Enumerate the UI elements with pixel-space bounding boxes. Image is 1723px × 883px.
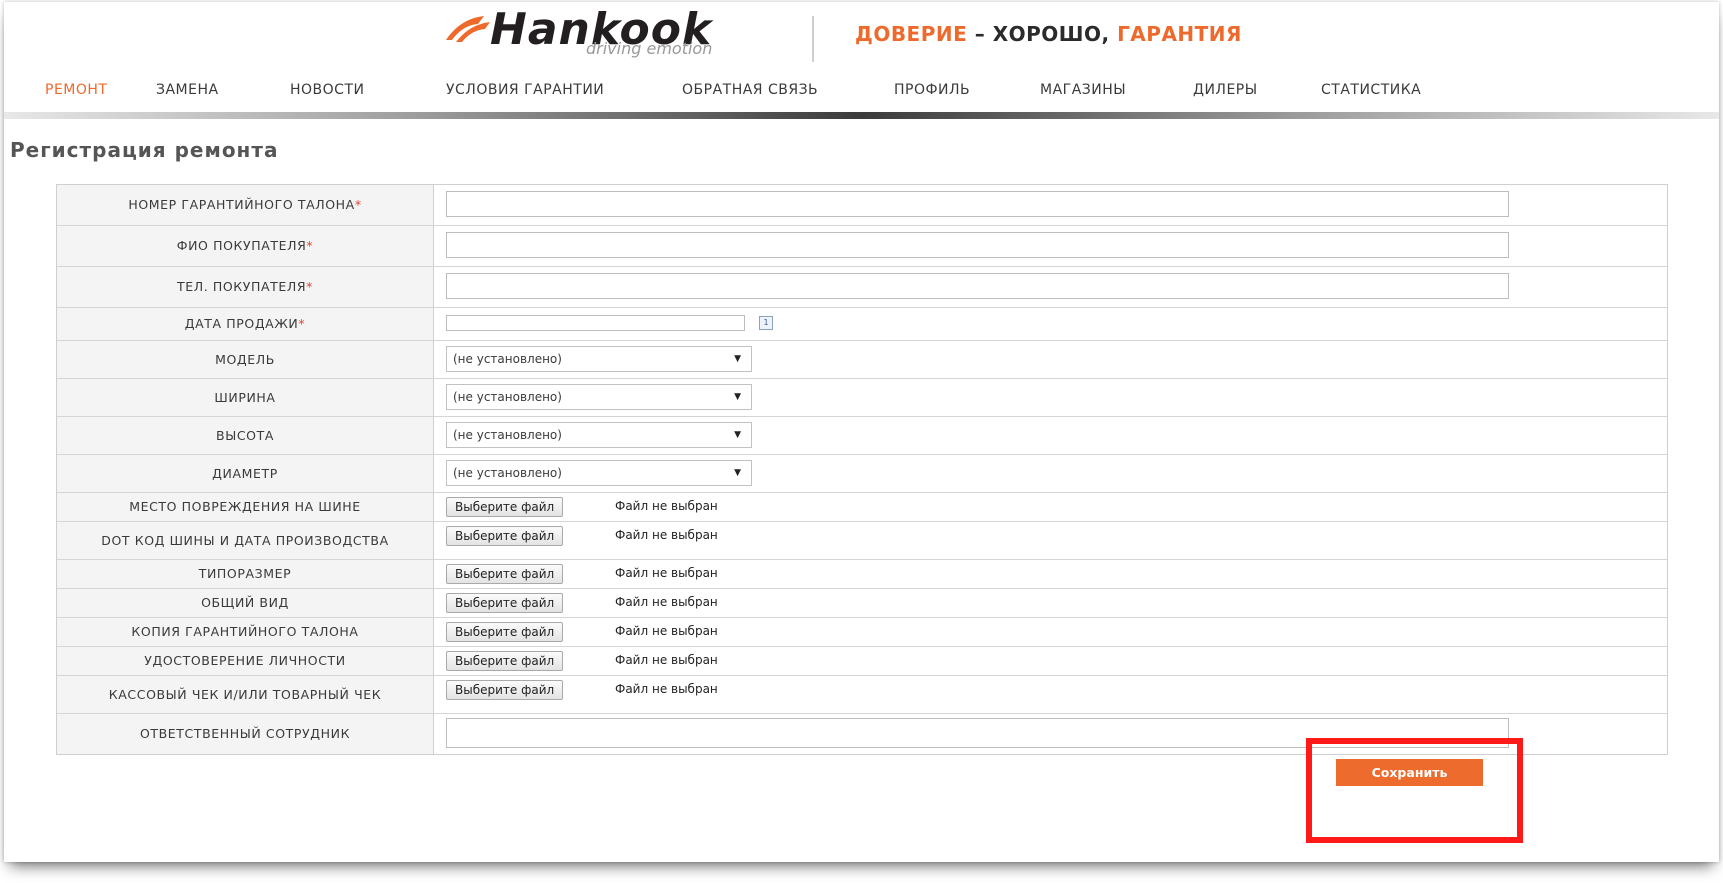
- select-value: (не установлено): [453, 390, 562, 404]
- calendar-icon[interactable]: 1: [759, 316, 773, 330]
- field-label: КОПИЯ ГАРАНТИЙНОГО ТАЛОНА: [57, 618, 434, 646]
- field-label: DOT КОД ШИНЫ И ДАТА ПРОИЗВОДСТВА: [57, 522, 434, 559]
- width-select[interactable]: (не установлено) ▼: [446, 384, 752, 410]
- file-status: Файл не выбран: [615, 653, 718, 667]
- field-label: ТИПОРАЗМЕР: [57, 560, 434, 588]
- field-label: ОТВЕТСТВЕННЫЙ СОТРУДНИК: [57, 714, 434, 754]
- nav-item-stores[interactable]: МАГАЗИНЫ: [1040, 82, 1126, 98]
- chevron-down-icon: ▼: [734, 354, 741, 364]
- form-row-general-view: ОБЩИЙ ВИД Выберите файл Файл не выбран: [57, 589, 1667, 618]
- form-row-buyer-phone: ТЕЛ. ПОКУПАТЕЛЯ*: [57, 267, 1667, 308]
- chevron-down-icon: ▼: [734, 468, 741, 478]
- field-label: ФИО ПОКУПАТЕЛЯ*: [57, 226, 434, 266]
- form-row-receipt: КАССОВЫЙ ЧЕК И/ИЛИ ТОВАРНЫЙ ЧЕК Выберите…: [57, 676, 1667, 714]
- header-divider: [812, 16, 814, 62]
- nav-item-statistics[interactable]: СТАТИСТИКА: [1321, 82, 1421, 98]
- field-label: ДИАМЕТР: [57, 455, 434, 492]
- logo-tagline: driving emotion: [586, 39, 713, 58]
- file-status: Файл не выбран: [615, 682, 718, 696]
- choose-file-button[interactable]: Выберите файл: [446, 680, 564, 700]
- file-status: Файл не выбран: [615, 624, 718, 638]
- nav-item-replacement[interactable]: ЗАМЕНА: [156, 82, 219, 98]
- form-row-tire-size: ТИПОРАЗМЕР Выберите файл Файл не выбран: [57, 560, 1667, 589]
- select-value: (не установлено): [453, 352, 562, 366]
- chevron-down-icon: ▼: [734, 430, 741, 440]
- choose-file-button[interactable]: Выберите файл: [446, 622, 564, 642]
- field-label: МОДЕЛЬ: [57, 341, 434, 378]
- nav-underline-bar: [4, 112, 1719, 119]
- buyer-phone-input[interactable]: [446, 273, 1509, 299]
- select-value: (не установлено): [453, 428, 562, 442]
- field-label: ШИРИНА: [57, 379, 434, 416]
- chevron-down-icon: ▼: [734, 392, 741, 402]
- required-mark: *: [306, 279, 314, 294]
- field-label: НОМЕР ГАРАНТИЙНОГО ТАЛОНА*: [57, 185, 434, 225]
- file-status: Файл не выбран: [615, 595, 718, 609]
- page-card: Hankook driving emotion ДОВЕРИЕ – ХОРОШО…: [4, 2, 1719, 862]
- select-value: (не установлено): [453, 466, 562, 480]
- buyer-name-input[interactable]: [446, 232, 1509, 258]
- save-button[interactable]: Сохранить: [1336, 759, 1483, 786]
- screenshot-frame: Hankook driving emotion ДОВЕРИЕ – ХОРОШО…: [0, 0, 1723, 883]
- form-row-warranty-number: НОМЕР ГАРАНТИЙНОГО ТАЛОНА*: [57, 185, 1667, 226]
- field-label: УДОСТОВЕРЕНИЕ ЛИЧНОСТИ: [57, 647, 434, 675]
- warranty-number-input[interactable]: [446, 191, 1509, 217]
- form-row-model: МОДЕЛЬ (не установлено) ▼: [57, 341, 1667, 379]
- form-row-dot-code: DOT КОД ШИНЫ И ДАТА ПРОИЗВОДСТВА Выберит…: [57, 522, 1667, 560]
- required-mark: *: [298, 316, 306, 331]
- required-mark: *: [354, 197, 362, 212]
- file-status: Файл не выбран: [615, 499, 718, 513]
- form-row-height: ВЫСОТА (не установлено) ▼: [57, 417, 1667, 455]
- page-title: Регистрация ремонта: [10, 138, 279, 162]
- file-status: Файл не выбран: [615, 566, 718, 580]
- save-highlight-frame: [1306, 738, 1523, 843]
- form-row-diameter: ДИАМЕТР (не установлено) ▼: [57, 455, 1667, 493]
- form-row-width: ШИРИНА (не установлено) ▼: [57, 379, 1667, 417]
- field-label: КАССОВЫЙ ЧЕК И/ИЛИ ТОВАРНЫЙ ЧЕК: [57, 676, 434, 713]
- nav-item-warranty-terms[interactable]: УСЛОВИЯ ГАРАНТИИ: [446, 82, 604, 98]
- choose-file-button[interactable]: Выберите файл: [446, 526, 564, 546]
- hankook-logo-icon: [446, 16, 490, 42]
- nav-item-profile[interactable]: ПРОФИЛЬ: [894, 82, 970, 98]
- sale-date-input[interactable]: [446, 315, 745, 331]
- field-label: ОБЩИЙ ВИД: [57, 589, 434, 617]
- slogan: ДОВЕРИЕ – ХОРОШО, ГАРАНТИЯ: [855, 22, 1242, 46]
- hankook-logo[interactable]: Hankook driving emotion: [444, 4, 774, 60]
- form-row-damage-place: МЕСТО ПОВРЕЖДЕНИЯ НА ШИНЕ Выберите файл Ф…: [57, 493, 1667, 522]
- slogan-trust: ДОВЕРИЕ: [855, 22, 968, 46]
- file-status: Файл не выбран: [615, 528, 718, 542]
- choose-file-button[interactable]: Выберите файл: [446, 497, 564, 517]
- form-row-warranty-copy: КОПИЯ ГАРАНТИЙНОГО ТАЛОНА Выберите файл Ф…: [57, 618, 1667, 647]
- field-label: ВЫСОТА: [57, 417, 434, 454]
- choose-file-button[interactable]: Выберите файл: [446, 564, 564, 584]
- field-label: ДАТА ПРОДАЖИ*: [57, 308, 434, 340]
- diameter-select[interactable]: (не установлено) ▼: [446, 460, 752, 486]
- form-row-buyer-name: ФИО ПОКУПАТЕЛЯ*: [57, 226, 1667, 267]
- field-label: МЕСТО ПОВРЕЖДЕНИЯ НА ШИНЕ: [57, 493, 434, 521]
- nav-item-feedback[interactable]: ОБРАТНАЯ СВЯЗЬ: [682, 82, 818, 98]
- slogan-good: – ХОРОШО,: [967, 22, 1118, 46]
- nav-item-news[interactable]: НОВОСТИ: [290, 82, 364, 98]
- form-row-sale-date: ДАТА ПРОДАЖИ* 1: [57, 308, 1667, 341]
- choose-file-button[interactable]: Выберите файл: [446, 593, 564, 613]
- choose-file-button[interactable]: Выберите файл: [446, 651, 564, 671]
- height-select[interactable]: (не установлено) ▼: [446, 422, 752, 448]
- form-row-id-document: УДОСТОВЕРЕНИЕ ЛИЧНОСТИ Выберите файл Файл…: [57, 647, 1667, 676]
- model-select[interactable]: (не установлено) ▼: [446, 346, 752, 372]
- required-mark: *: [306, 238, 314, 253]
- repair-form: НОМЕР ГАРАНТИЙНОГО ТАЛОНА* ФИО ПОКУПАТЕЛ…: [56, 184, 1668, 755]
- nav-item-dealers[interactable]: ДИЛЕРЫ: [1193, 82, 1258, 98]
- nav-item-repair[interactable]: РЕМОНТ: [45, 82, 107, 98]
- main-nav: РЕМОНТ ЗАМЕНА НОВОСТИ УСЛОВИЯ ГАРАНТИИ О…: [4, 82, 1719, 108]
- slogan-warranty: ГАРАНТИЯ: [1117, 22, 1242, 46]
- field-label: ТЕЛ. ПОКУПАТЕЛЯ*: [57, 267, 434, 307]
